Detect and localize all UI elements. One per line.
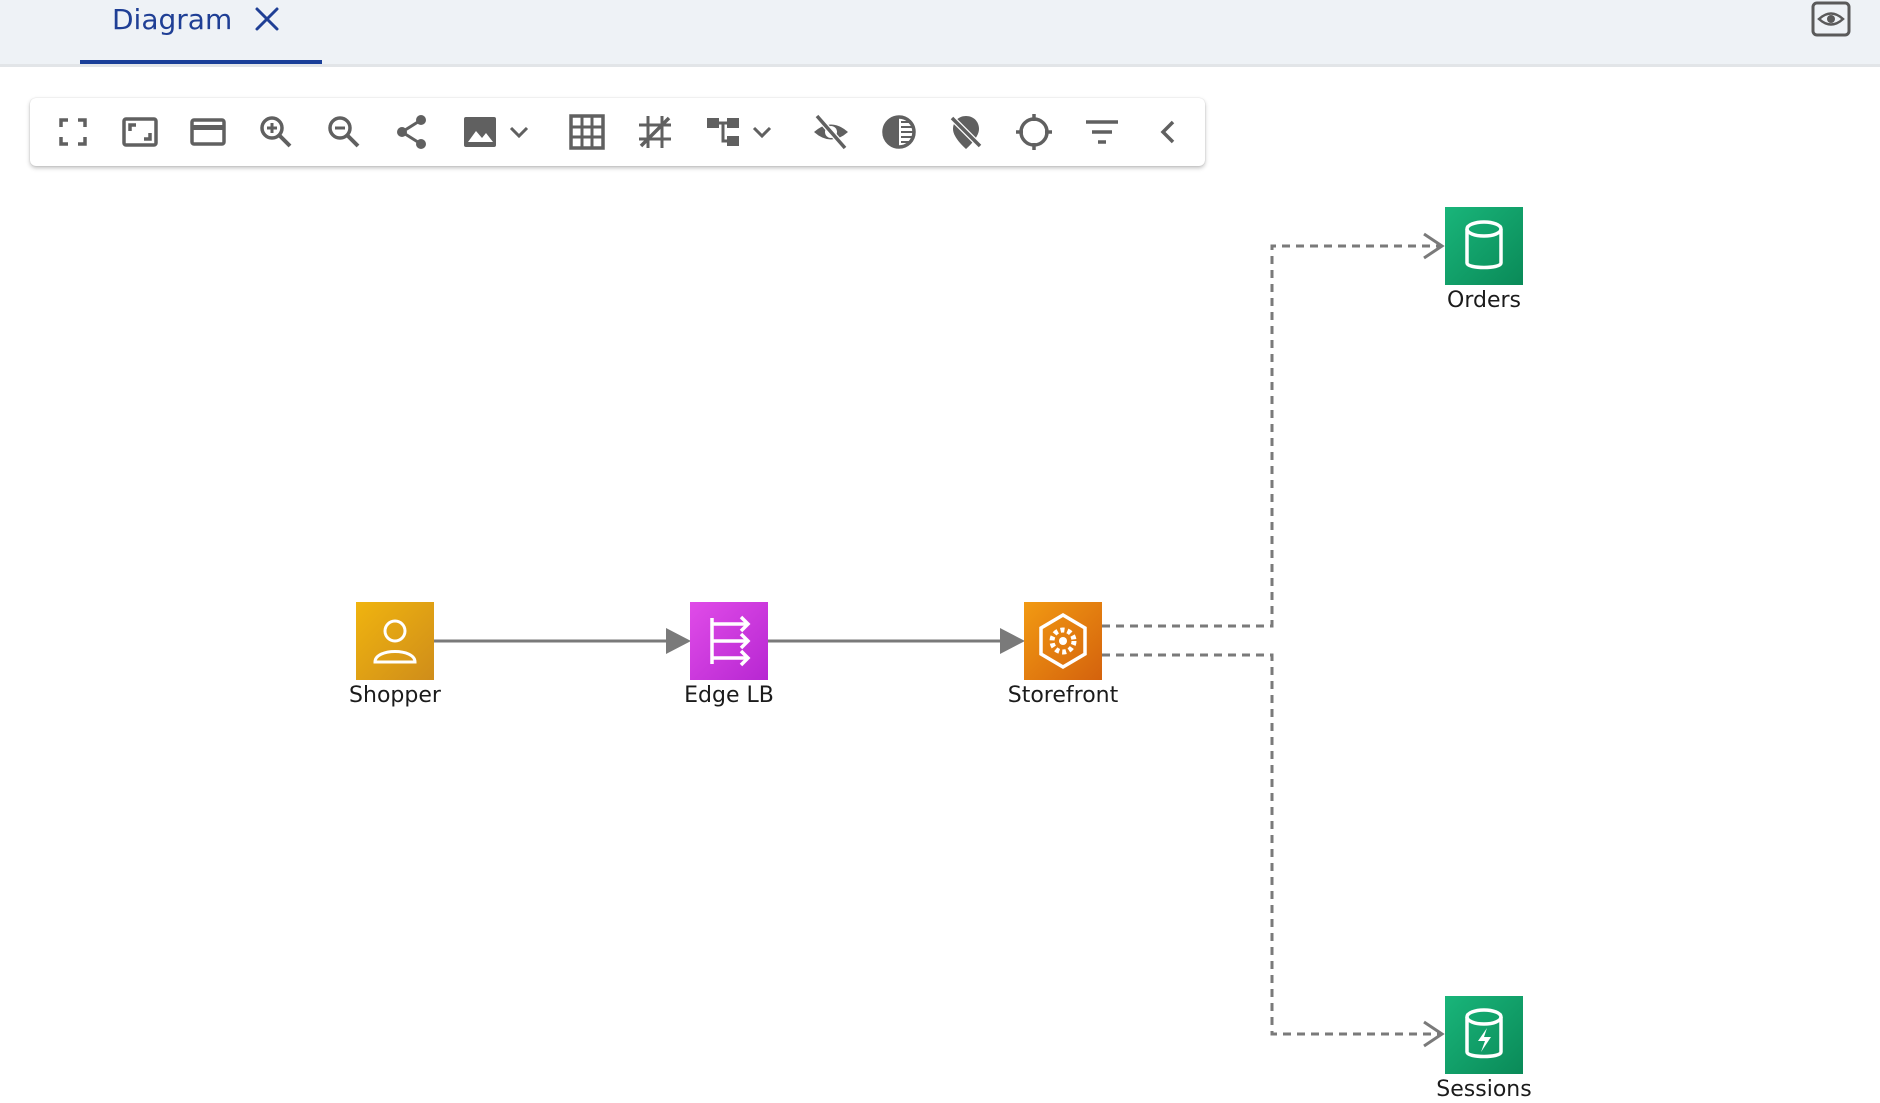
tab-bar: Diagram xyxy=(0,0,1880,67)
edge-shopper-edge-lb[interactable] xyxy=(434,628,691,654)
node-label-storefront: Storefront xyxy=(1007,683,1119,708)
node-storefront[interactable] xyxy=(1024,602,1102,680)
node-orders[interactable] xyxy=(1445,207,1523,285)
user-icon xyxy=(356,602,434,680)
node-edge-lb[interactable] xyxy=(690,602,768,680)
pin-off-icon[interactable] xyxy=(943,110,989,154)
diagram-toolbar xyxy=(30,98,1205,166)
filter-icon[interactable] xyxy=(1079,110,1125,154)
node-label-sessions: Sessions xyxy=(1436,1077,1532,1102)
fit-screen-icon[interactable] xyxy=(117,110,163,154)
fullscreen-icon[interactable] xyxy=(50,110,96,154)
image-icon[interactable] xyxy=(457,110,503,154)
zoom-out-icon[interactable] xyxy=(321,110,367,154)
gear-hexagon-icon xyxy=(1024,602,1102,680)
hierarchy-icon[interactable] xyxy=(700,110,746,154)
share-icon[interactable] xyxy=(389,110,435,154)
snap-icon[interactable] xyxy=(632,110,678,154)
node-shopper[interactable] xyxy=(356,602,434,680)
tab-label: Diagram xyxy=(112,3,233,36)
eye-off-icon[interactable] xyxy=(808,110,854,154)
chevron-left-icon[interactable] xyxy=(1146,110,1192,154)
load-balancer-icon xyxy=(690,602,768,680)
contrast-icon[interactable] xyxy=(876,110,922,154)
layout-dropdown-chevron-icon[interactable] xyxy=(748,116,776,148)
node-label-shopper: Shopper xyxy=(349,683,441,708)
zoom-in-icon[interactable] xyxy=(253,110,299,154)
image-dropdown-chevron-icon[interactable] xyxy=(505,116,533,148)
node-sessions[interactable] xyxy=(1445,996,1523,1074)
node-label-orders: Orders xyxy=(1447,288,1521,313)
database-bolt-icon xyxy=(1445,996,1523,1074)
tab-diagram[interactable]: Diagram xyxy=(80,0,322,64)
grid-icon[interactable] xyxy=(564,110,610,154)
edge-edge-lb-storefront[interactable] xyxy=(768,628,1025,654)
preview-eye-icon[interactable] xyxy=(1810,0,1852,38)
node-label-edge-lb: Edge LB xyxy=(684,683,774,708)
database-icon xyxy=(1445,207,1523,285)
card-icon[interactable] xyxy=(185,110,231,154)
close-icon[interactable] xyxy=(254,6,280,36)
edge-storefront-sessions[interactable] xyxy=(1102,653,1445,1048)
crosshair-icon[interactable] xyxy=(1011,110,1057,154)
